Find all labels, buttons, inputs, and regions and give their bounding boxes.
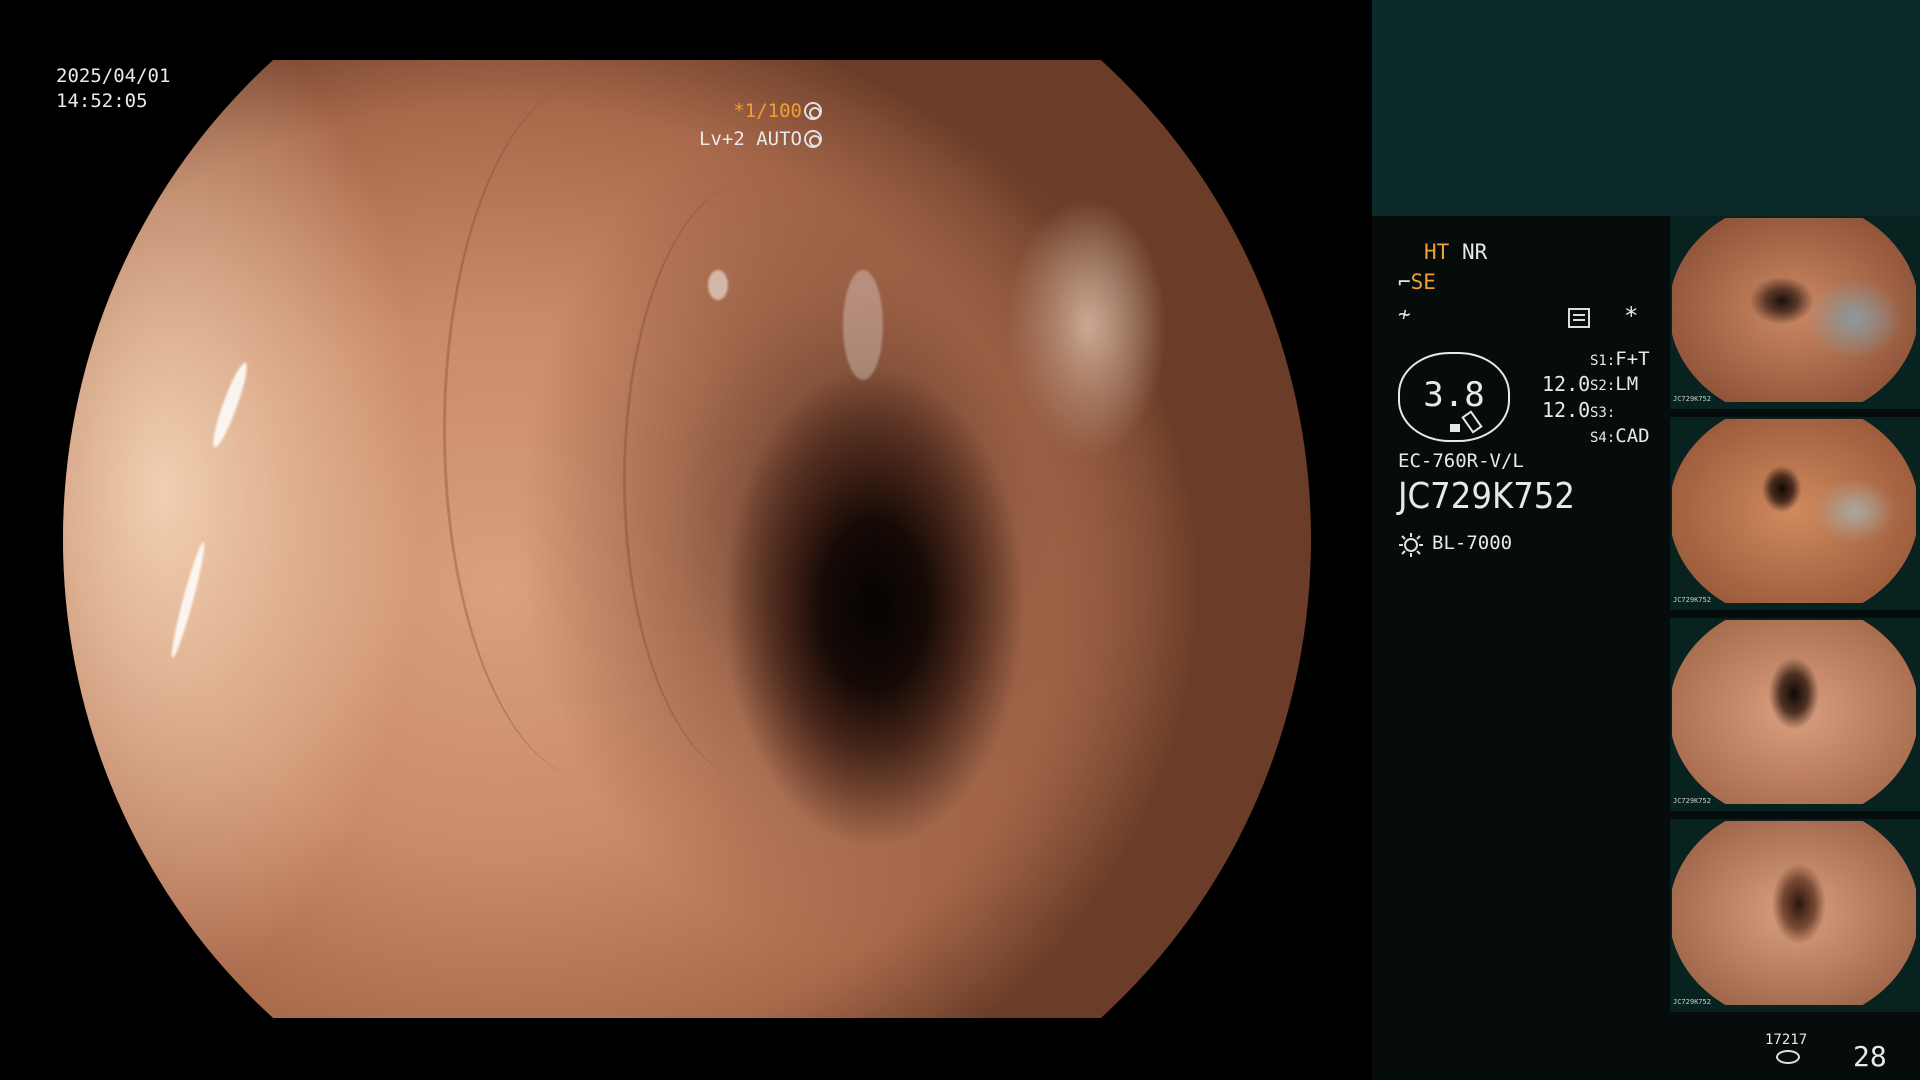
frequency-icon: ≁ bbox=[1398, 302, 1411, 326]
mode-ht: HT bbox=[1424, 240, 1450, 264]
shutter-readout: *1/100 bbox=[733, 99, 822, 124]
storage-disk-icon bbox=[1776, 1050, 1800, 1064]
enhancement-icon: ⌐ bbox=[1398, 270, 1411, 294]
switch-4-label: S4: bbox=[1590, 430, 1616, 446]
thumbnail-image bbox=[1672, 620, 1916, 804]
datetime-readout: 2025/04/01 14:52:05 bbox=[56, 64, 170, 114]
captured-thumbnail[interactable]: JC729K752 bbox=[1670, 819, 1920, 1012]
thumbnail-label: JC729K752 bbox=[1673, 998, 1711, 1006]
level-readout: Lv+2 AUTO bbox=[699, 127, 822, 152]
scope-model: EC-760R-V/L bbox=[1398, 450, 1524, 472]
reflection-highlight bbox=[208, 360, 252, 450]
scope-serial: JC729K752 bbox=[1398, 476, 1576, 517]
zoom-indicator: 3.8 bbox=[1398, 352, 1510, 442]
switch-2-value: LM bbox=[1615, 373, 1639, 395]
shutter-icon bbox=[804, 102, 822, 120]
switch-3: S3: bbox=[1590, 400, 1615, 422]
star-marker: * bbox=[1624, 302, 1639, 330]
time-text: 14:52:05 bbox=[56, 90, 148, 112]
switch-1-label: S1: bbox=[1590, 353, 1616, 369]
captured-image-list: JC729K752 JC729K752 JC729K752 JC729K752 bbox=[1670, 216, 1920, 1020]
level-text: Lv+2 AUTO bbox=[699, 128, 802, 150]
switch-2-label: S2: bbox=[1590, 378, 1616, 394]
settings-list-icon bbox=[1568, 308, 1590, 328]
switch-4-value: CAD bbox=[1615, 425, 1650, 447]
switch-1-value: F+T bbox=[1615, 348, 1650, 370]
value-2: 12.0 bbox=[1542, 398, 1591, 422]
switch-2: S2:LM bbox=[1590, 373, 1638, 395]
endoscope-main-view: 2025/04/01 14:52:05 *1/100 Lv+2 AUTO bbox=[0, 0, 1372, 1080]
switch-4: S4:CAD bbox=[1590, 425, 1650, 447]
auto-exposure-icon bbox=[804, 130, 822, 148]
switch-1: S1:F+T bbox=[1590, 348, 1650, 370]
thumbnail-image bbox=[1672, 821, 1916, 1005]
mode-nr: NR bbox=[1461, 240, 1488, 264]
thumbnail-image bbox=[1672, 218, 1916, 402]
thumbnail-label: JC729K752 bbox=[1673, 797, 1711, 805]
switch-3-label: S3: bbox=[1590, 405, 1616, 421]
mode-line-2: ⌐SE bbox=[1398, 270, 1436, 294]
date-text: 2025/04/01 bbox=[56, 65, 171, 87]
thumbnail-label: JC729K752 bbox=[1673, 395, 1711, 403]
mode-line-1: HT NR bbox=[1424, 240, 1487, 264]
reflection-highlight bbox=[167, 540, 209, 660]
mode-se: SE bbox=[1410, 270, 1436, 294]
thumbnail-label: JC729K752 bbox=[1673, 596, 1711, 604]
shutter-text: *1/100 bbox=[733, 100, 802, 122]
captured-thumbnail[interactable]: JC729K752 bbox=[1670, 216, 1920, 409]
endoscopic-image bbox=[63, 60, 1311, 1018]
storage-counter: 17217 bbox=[1765, 1032, 1808, 1048]
panel-header-block bbox=[1372, 0, 1920, 216]
captured-thumbnail[interactable]: JC729K752 bbox=[1670, 417, 1920, 610]
image-counter: 28 bbox=[1853, 1040, 1887, 1073]
captured-thumbnail[interactable]: JC729K752 bbox=[1670, 618, 1920, 811]
light-source-icon bbox=[1398, 532, 1424, 558]
mucosal-fold bbox=[623, 180, 883, 780]
value-1: 12.0 bbox=[1542, 372, 1591, 396]
light-source: BL-7000 bbox=[1432, 532, 1513, 554]
zoom-flag-icon bbox=[1450, 424, 1460, 432]
thumbnail-image bbox=[1672, 419, 1916, 603]
